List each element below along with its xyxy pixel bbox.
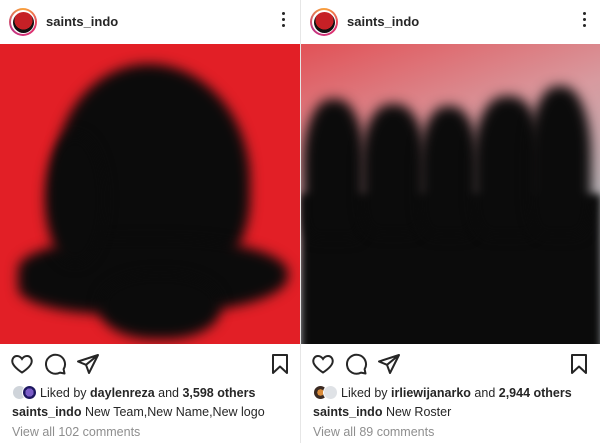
bookmark-icon[interactable] — [567, 352, 591, 376]
redacted-logo-shape — [45, 134, 105, 264]
bookmark-icon[interactable] — [268, 352, 292, 376]
liker-avatar — [323, 385, 338, 400]
heart-icon[interactable] — [311, 352, 335, 376]
post-actions — [301, 350, 600, 378]
profile-username[interactable]: saints_indo — [347, 14, 419, 29]
likes-row: Liked by irliewijanarko and 2,944 others — [313, 384, 600, 402]
post-header: saints_indo — [301, 0, 600, 44]
liked-others-link[interactable]: 2,944 others — [499, 386, 572, 400]
avatar-ring — [312, 10, 336, 34]
post-caption: saints_indo New Team,New Name,New logo — [12, 405, 297, 419]
paper-plane-icon[interactable] — [377, 352, 401, 376]
avatar-ring — [11, 10, 35, 34]
profile-username[interactable]: saints_indo — [46, 14, 118, 29]
post-header: saints_indo — [0, 0, 300, 44]
paper-plane-icon[interactable] — [76, 352, 100, 376]
avatar-image — [313, 11, 335, 33]
redacted-person-shape — [529, 86, 591, 236]
liked-prefix: Liked by — [40, 386, 91, 400]
more-options-icon[interactable] — [581, 12, 587, 32]
liked-user-link[interactable]: irliewijanarko — [391, 386, 471, 400]
profile-avatar[interactable] — [9, 8, 37, 36]
liked-and: and — [470, 386, 499, 400]
redacted-person-shape — [419, 106, 479, 236]
liker-avatars — [313, 385, 339, 401]
liked-and: and — [154, 386, 183, 400]
post-actions — [0, 350, 300, 378]
comment-bubble-icon[interactable] — [43, 352, 67, 376]
view-comments-link[interactable]: View all 102 comments — [12, 425, 140, 439]
view-comments-link[interactable]: View all 89 comments — [313, 425, 434, 439]
liker-avatars — [12, 385, 38, 401]
avatar-image — [12, 11, 34, 33]
redacted-logo-shape — [100, 274, 220, 339]
likes-row: Liked by daylenreza and 3,598 others — [12, 384, 302, 402]
post-card-right: saints_indo Liked by irliewijanarko and … — [300, 0, 600, 443]
liked-prefix: Liked by — [341, 386, 392, 400]
caption-username[interactable]: saints_indo — [313, 405, 382, 419]
more-options-icon[interactable] — [280, 12, 286, 32]
redacted-person-shape — [361, 104, 426, 234]
post-image[interactable] — [301, 44, 600, 344]
liked-by-text: Liked by irliewijanarko and 2,944 others — [341, 386, 572, 400]
redacted-person-shape — [303, 99, 365, 239]
liked-others-link[interactable]: 3,598 others — [182, 386, 255, 400]
post-caption: saints_indo New Roster — [313, 405, 598, 419]
comment-bubble-icon[interactable] — [344, 352, 368, 376]
liker-avatar — [22, 385, 37, 400]
liked-by-text: Liked by daylenreza and 3,598 others — [40, 386, 255, 400]
caption-text: New Team,New Name,New logo — [84, 405, 265, 419]
caption-text: New Roster — [385, 405, 452, 419]
liked-user-link[interactable]: daylenreza — [90, 386, 155, 400]
post-image[interactable] — [0, 44, 300, 344]
profile-avatar[interactable] — [310, 8, 338, 36]
post-card-left: saints_indo Liked by daylenreza and 3,59… — [0, 0, 300, 443]
heart-icon[interactable] — [10, 352, 34, 376]
caption-username[interactable]: saints_indo — [12, 405, 81, 419]
